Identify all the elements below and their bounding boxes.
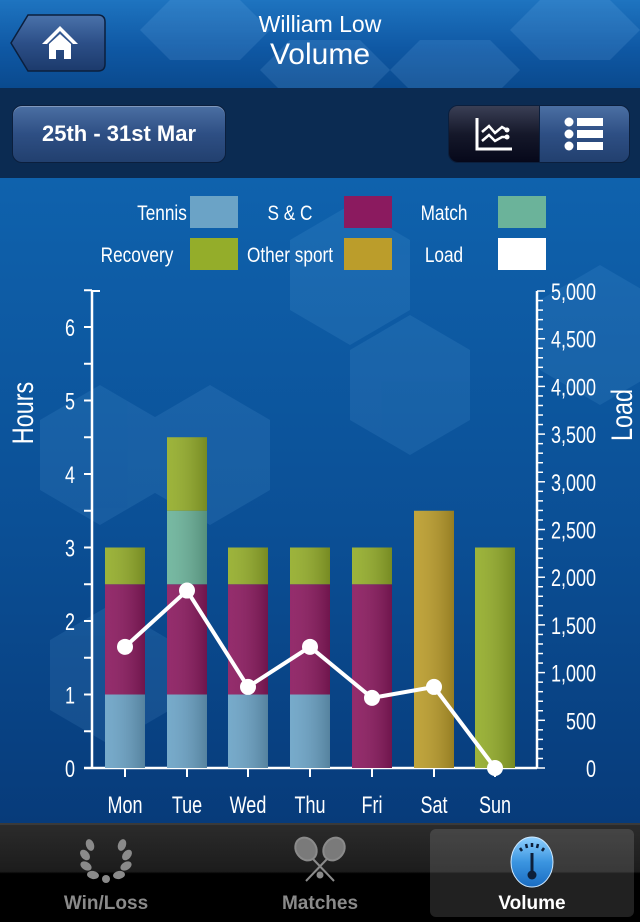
legend-label: Match: [421, 203, 468, 226]
y-tick-label-right: 2,500: [551, 518, 596, 544]
y-tick-label-left: 3: [65, 536, 75, 562]
y-tick-label-right: 3,500: [551, 423, 596, 449]
user-name: William Low: [258, 11, 382, 37]
tab-bar: Win/Loss Matches Volume: [0, 823, 640, 922]
x-tick-label: Tue: [172, 793, 202, 819]
load-point-thu: [302, 638, 318, 655]
load-point-sat: [426, 678, 442, 695]
x-tick-label: Fri: [362, 793, 383, 819]
tab-volume[interactable]: Volume: [430, 829, 634, 917]
y-tick-label-left: 6: [65, 316, 75, 342]
x-tick-label: Mon: [107, 793, 142, 819]
bar-shade: [105, 694, 145, 768]
legend-swatch-sc: [344, 196, 392, 228]
y-tick-label-left: 5: [65, 389, 75, 415]
y-tick-label-left: 2: [65, 610, 75, 636]
bar-shade: [167, 694, 207, 768]
header-bar: William Low Volume: [0, 0, 640, 88]
y-tick-label-right: 3,000: [551, 470, 596, 496]
list-view-button[interactable]: [538, 106, 629, 162]
load-point-mon: [117, 638, 133, 655]
tab-label: Matches: [281, 893, 359, 914]
load-point-tue: [179, 582, 195, 599]
view-toggle: [448, 105, 630, 163]
bar-shade: [105, 547, 145, 585]
laurel-icon: [80, 839, 132, 883]
y-axis-title-right: Load: [605, 389, 638, 441]
y-tick-label-right: 4,000: [551, 375, 596, 401]
legend-label: Load: [425, 245, 463, 268]
tab-label: Win/Loss: [63, 893, 149, 914]
y-tick-label-right: 1,000: [551, 661, 596, 687]
legend-label: S & C: [268, 203, 313, 226]
legend-swatch-tennis: [190, 196, 238, 228]
bar-shade: [475, 547, 515, 768]
volume-chart: Tennis S & C Match Recovery Other sport Load …: [0, 178, 640, 823]
x-tick-label: Wed: [230, 793, 267, 819]
legend-swatch-match: [498, 196, 546, 228]
chart-view-button[interactable]: [449, 106, 539, 162]
tab-matches[interactable]: Matches: [218, 829, 422, 917]
line-chart-icon: [475, 118, 512, 151]
legend-label: Recovery: [101, 245, 174, 268]
y-tick-label-right: 2,000: [551, 566, 596, 592]
legend-label: Tennis: [137, 203, 187, 226]
legend-swatch-load: [498, 238, 546, 270]
bar-shade: [228, 694, 268, 768]
tab-win-loss[interactable]: Win/Loss: [4, 829, 208, 917]
bar-shade: [167, 510, 207, 585]
y-tick-label-right: 1,500: [551, 614, 596, 640]
y-axis-title-left: Hours: [6, 382, 39, 444]
bar-shade: [352, 584, 392, 768]
bar-shade: [352, 547, 392, 585]
x-tick-label: Sat: [420, 793, 447, 819]
page-title: Volume: [269, 38, 371, 71]
tab-label: Volume: [498, 893, 566, 914]
y-tick-label-right: 500: [566, 709, 596, 735]
y-tick-label-right: 0: [586, 757, 596, 783]
tennis-rackets-icon: [294, 836, 346, 882]
load-point-fri: [364, 689, 380, 706]
y-tick-label-right: 5,000: [551, 280, 596, 306]
y-tick-label-left: 1: [65, 683, 75, 709]
gauge-icon: [510, 836, 554, 888]
load-point-wed: [240, 678, 256, 695]
chart-canvas: Tennis S & C MatchRecovery Other sport Load …: [6, 196, 640, 819]
bar-shade: [167, 437, 207, 511]
legend-swatch-recovery: [190, 238, 238, 270]
y-tick-label-left: 4: [65, 463, 75, 489]
x-tick-label: Sun: [479, 793, 511, 819]
x-tick-label: Thu: [294, 793, 325, 819]
legend-swatch-other_sport: [344, 238, 392, 270]
legend-label: Other sport: [247, 245, 334, 268]
bar-shade: [290, 547, 330, 585]
list-icon: [564, 117, 604, 151]
bar-shade: [290, 694, 330, 768]
y-tick-label-right: 4,500: [551, 327, 596, 353]
toolbar: 25th - 31st Mar: [0, 88, 640, 178]
load-point-sun: [487, 760, 503, 776]
bar-shade: [228, 547, 268, 585]
bar-shade: [414, 510, 454, 768]
y-tick-label-left: 0: [65, 757, 75, 783]
date-range-button[interactable]: 25th - 31st Mar: [12, 105, 226, 163]
